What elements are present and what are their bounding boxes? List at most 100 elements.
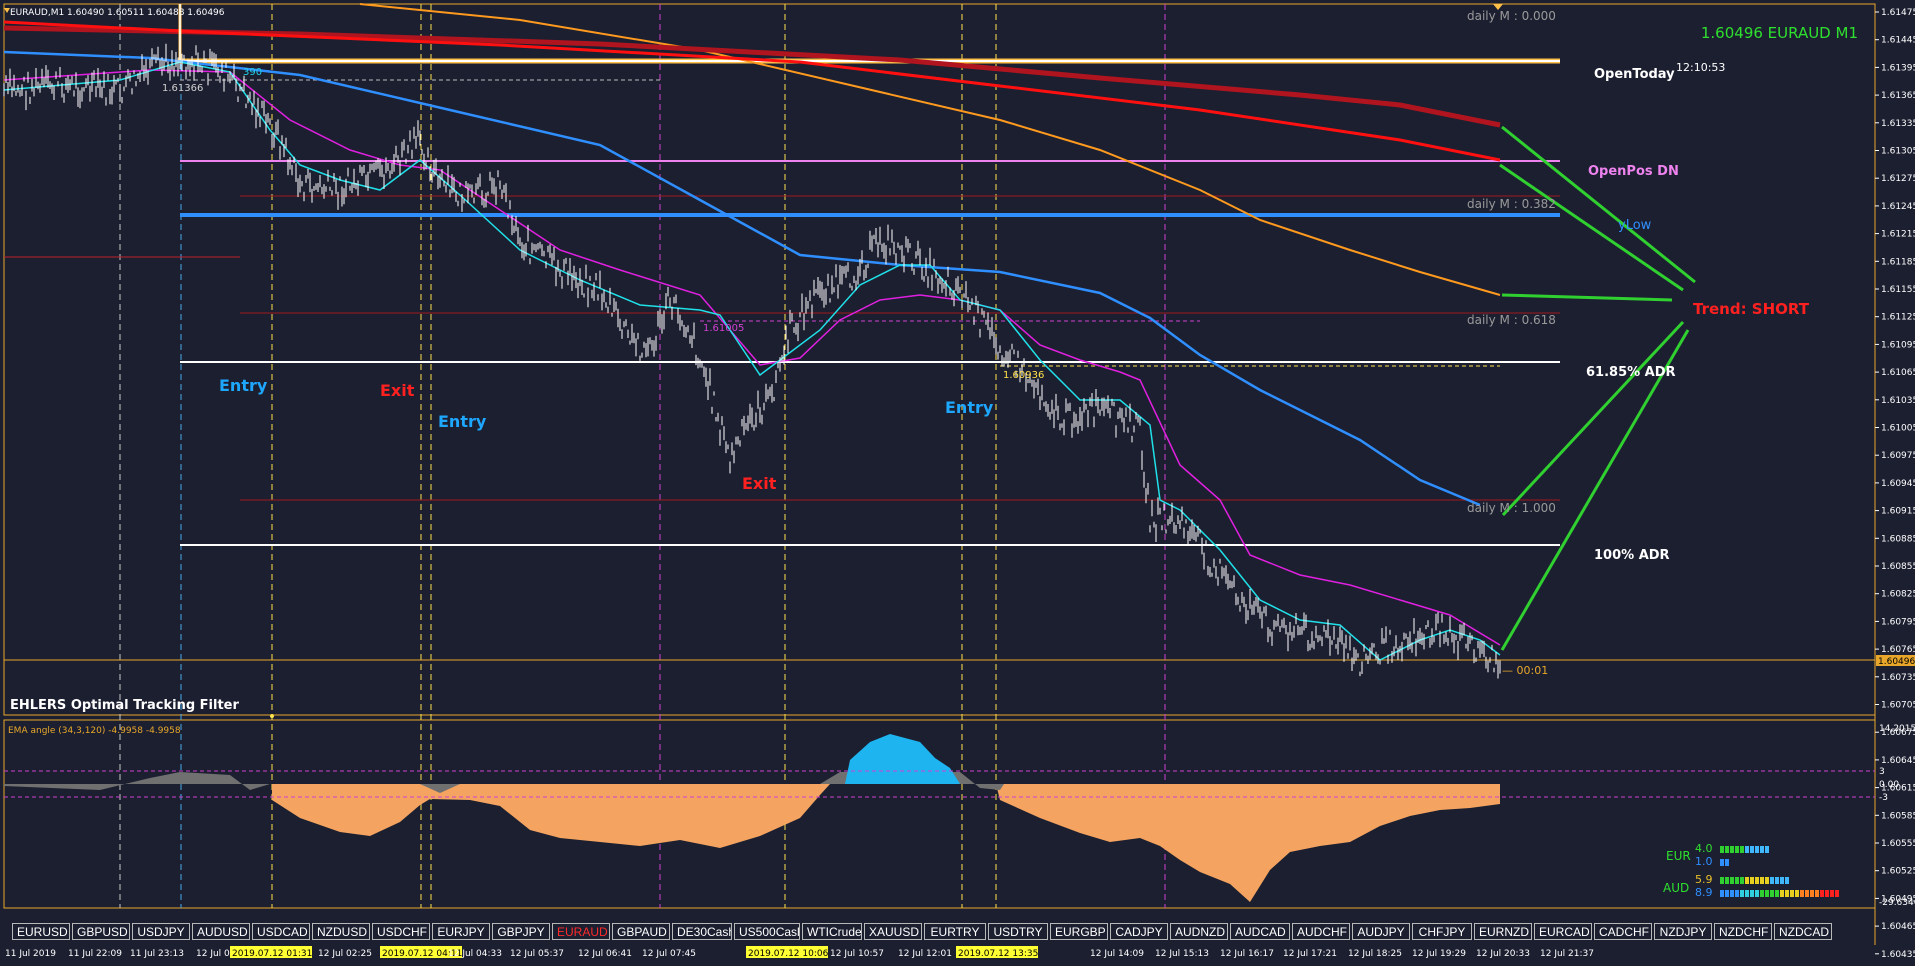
trend-label: Trend: SHORT	[1693, 300, 1810, 318]
current-price-label: 1.60496	[1878, 657, 1915, 667]
symbol-tab-audnzd[interactable]: AUDNZD	[1170, 923, 1228, 940]
symbol-tab-nzdcad[interactable]: NZDCAD	[1774, 923, 1832, 940]
time-axis-label: 12 Jul 04:33	[448, 949, 502, 959]
symbol-tab-xauusd[interactable]: XAUUSD	[864, 923, 922, 940]
vertical-grid-lines	[119, 4, 1166, 908]
symbol-tab-gbpjpy[interactable]: GBPJPY	[492, 923, 550, 940]
symbol-tab-usdcad[interactable]: USDCAD	[252, 923, 310, 940]
level-label-daily-618: daily M : 0.618	[1467, 313, 1556, 327]
price-axis-tick: 1.61365	[1881, 91, 1915, 101]
symbol-tab-eurjpy[interactable]: EURJPY	[432, 923, 490, 940]
symbol-tab-eurgbp[interactable]: EURGBP	[1050, 923, 1108, 940]
symbol-tab-usdjpy[interactable]: USDJPY	[132, 923, 190, 940]
symbol-tab-gbpaud[interactable]: GBPAUD	[612, 923, 670, 940]
main-chart-frame	[3, 3, 1876, 716]
price-chart[interactable]: EURAUD,M1 1.60490 1.60511 1.60488 1.6049…	[0, 0, 1915, 962]
bar-countdown: — 00:01	[1502, 664, 1548, 677]
symbol-tab-usdtry[interactable]: USDTRY	[988, 923, 1048, 940]
price-marker: 1.60936	[1003, 370, 1044, 381]
price-axis-tick: 1.60645	[1881, 756, 1915, 766]
sub-axis-tick: 0.00	[1879, 780, 1899, 790]
price-marker: 1.61005	[703, 323, 744, 334]
price-axis-tick: 1.61335	[1881, 119, 1915, 129]
ema-angle-histogram	[4, 734, 1875, 902]
moving-averages	[3, 3, 1501, 661]
level-label-daily-1000: daily M : 1.000	[1467, 501, 1556, 515]
time-axis-label: 2019.07.12 13:35	[958, 949, 1038, 959]
price-axis-tick: 1.60435	[1881, 950, 1915, 960]
price-axis-tick: 1.60885	[1881, 534, 1915, 544]
sub-window-frame	[3, 719, 1876, 909]
symbol-tab-eurusd[interactable]: EURUSD	[12, 923, 70, 940]
time-axis-label: 12 Jul 15:13	[1155, 949, 1209, 959]
symbol-tab-us500cash[interactable]: US500Cash	[734, 923, 800, 940]
level-label-openpos-dn: OpenPos DN	[1588, 164, 1679, 179]
time-axis-label: 12 Jul 07:45	[642, 949, 696, 959]
symbol-tab-eurcad[interactable]: EURCAD	[1534, 923, 1592, 940]
signal-entry: Entry	[219, 376, 268, 395]
symbol-tab-cadchf[interactable]: CADCHF	[1594, 923, 1652, 940]
symbol-tab-wticrude[interactable]: WTICrude	[802, 923, 862, 940]
price-axis-tick: 1.61275	[1881, 174, 1915, 184]
symbol-tab-eurtry[interactable]: EURTRY	[924, 923, 986, 940]
price-axis-tick: 1.60705	[1881, 701, 1915, 711]
symbol-tab-nzdchf[interactable]: NZDCHF	[1714, 923, 1772, 940]
symbol-tab-chfjpy[interactable]: CHFJPY	[1412, 923, 1472, 940]
time-axis[interactable]: 11 Jul 2019 11 Jul 22:09 11 Jul 23:13 12 Ju…	[5, 946, 1594, 959]
price-axis-tick: 1.60855	[1881, 562, 1915, 572]
price-axis-tick: 1.60585	[1881, 811, 1915, 821]
price-axis-tick: 1.61065	[1881, 368, 1915, 378]
symbol-info: EURAUD,M1 1.60490 1.60511 1.60488 1.6049…	[10, 8, 225, 18]
time-axis-label: 12 Jul 12:01	[898, 949, 952, 959]
symbol-tab-audjpy[interactable]: AUDJPY	[1352, 923, 1410, 940]
strength-value: 8.9	[1695, 886, 1713, 899]
symbol-tab-eurnzd[interactable]: EURNZD	[1474, 923, 1532, 940]
symbol-tab-bar: EURUSD GBPUSD USDJPY AUDUSD USDCAD NZDUSD USDC…	[12, 923, 1834, 942]
time-axis-label: 11 Jul 22:09	[68, 949, 122, 959]
price-axis-tick: 1.60825	[1881, 590, 1915, 600]
time-axis-label: 12 Jul 06:41	[578, 949, 632, 959]
price-marker: 1.61366	[162, 83, 203, 94]
level-label-adr-100: 100% ADR	[1594, 548, 1670, 563]
level-label-ylow: yLow	[1618, 218, 1652, 233]
server-time: 12:10:53	[1676, 61, 1725, 74]
price-axis-tick: 1.61155	[1881, 285, 1915, 295]
price-axis-tick: 1.61305	[1881, 147, 1915, 157]
price-axis[interactable]: 1.61475 1.61445 1.61395 1.61365 1.61335 1.613…	[1875, 8, 1915, 960]
price-axis-tick: 1.61125	[1881, 313, 1915, 323]
price-axis-tick: 1.61245	[1881, 202, 1915, 212]
sub-axis-tick: -3	[1879, 793, 1888, 803]
subwindow-title: EMA angle (34,3,120) -4.9958 -4.9958	[8, 726, 181, 736]
time-axis-label: 11 Jul 23:13	[130, 949, 184, 959]
strength-value: 5.9	[1695, 873, 1713, 886]
symbol-tab-audchf[interactable]: AUDCHF	[1292, 923, 1350, 940]
price-axis-tick: 1.61185	[1881, 257, 1915, 267]
symbol-tab-cadjpy[interactable]: CADJPY	[1110, 923, 1168, 940]
price-axis-tick: 1.61005	[1881, 424, 1915, 434]
chart-window[interactable]: EURAUD,M1 1.60490 1.60511 1.60488 1.6049…	[0, 0, 1915, 962]
symbol-tab-usdchf[interactable]: USDCHF	[372, 923, 430, 940]
signal-exit: Exit	[380, 381, 415, 400]
symbol-tab-nzdusd[interactable]: NZDUSD	[312, 923, 370, 940]
level-label-daily-0: daily M : 0.000	[1467, 9, 1556, 23]
symbol-tab-de30cash[interactable]: DE30Cash	[672, 923, 732, 940]
price-axis-tick: 1.60945	[1881, 479, 1915, 489]
symbol-tab-audusd[interactable]: AUDUSD	[192, 923, 250, 940]
symbol-tab-gbpusd[interactable]: GBPUSD	[72, 923, 130, 940]
sub-axis-tick: 3	[1879, 767, 1885, 777]
level-lines	[4, 58, 1875, 661]
price-axis-tick: 1.60915	[1881, 507, 1915, 517]
price-axis-tick: 1.60525	[1881, 867, 1915, 877]
price-axis-tick: 1.60555	[1881, 839, 1915, 849]
strength-currency: EUR	[1666, 849, 1691, 863]
sub-axis-tick: -29.6346	[1879, 898, 1915, 908]
time-axis-label: 12 Jul 05:37	[510, 949, 564, 959]
symbol-tab-audcad[interactable]: AUDCAD	[1230, 923, 1290, 940]
time-axis-label: 11 Jul 2019	[5, 949, 56, 959]
price-axis-tick: 1.61445	[1881, 36, 1915, 46]
price-axis-tick: 1.60765	[1881, 645, 1915, 655]
symbol-tab-euraud[interactable]: EURAUD	[552, 923, 610, 940]
symbol-tab-nzdjpy[interactable]: NZDJPY	[1654, 923, 1712, 940]
price-axis-tick: 1.61395	[1881, 63, 1915, 73]
strength-value: 1.0	[1695, 855, 1713, 868]
